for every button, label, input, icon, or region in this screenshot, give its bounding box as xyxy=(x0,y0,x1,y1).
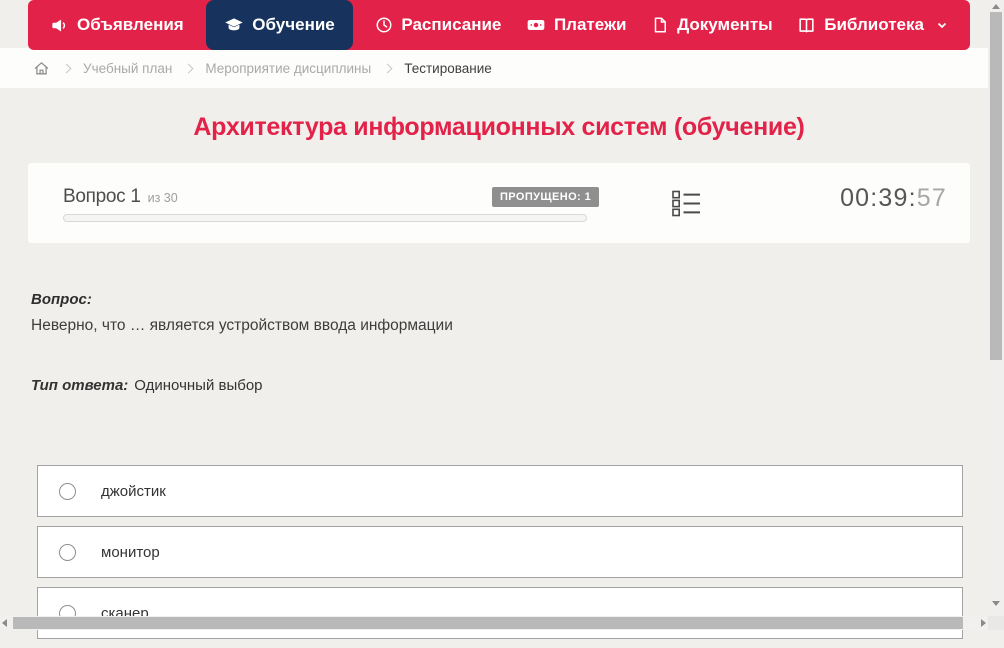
question-header-panel: Вопрос 1 из 30 ПРОПУЩЕНО: 1 00:39:57 xyxy=(28,163,970,243)
page-title: Архитектура информационных систем (обуче… xyxy=(193,113,805,141)
banknote-icon xyxy=(526,15,546,35)
horizontal-scrollbar-thumb[interactable] xyxy=(13,617,963,629)
timer-seconds: 57 xyxy=(916,184,947,212)
nav-item-library[interactable]: Библиотека xyxy=(795,0,950,50)
book-icon xyxy=(797,16,816,35)
countdown-timer: 00:39:57 xyxy=(840,184,947,213)
question-number: Вопрос 1 из 30 xyxy=(63,186,178,207)
vertical-scrollbar[interactable] xyxy=(988,0,1004,630)
answer-type: Тип ответа: Одиночный выбор xyxy=(31,377,263,394)
vertical-scrollbar-thumb[interactable] xyxy=(990,12,1002,360)
answer-type-label: Тип ответа: xyxy=(31,377,129,394)
breadcrumb-item-curriculum[interactable]: Учебный план xyxy=(83,61,172,76)
nav-item-payments[interactable]: Платежи xyxy=(524,0,629,50)
scrollbar-corner xyxy=(988,616,1004,630)
scroll-down-icon[interactable] xyxy=(992,601,1000,606)
nav-label: Библиотека xyxy=(824,15,924,34)
scroll-up-icon[interactable] xyxy=(992,4,1000,9)
nav-item-schedule[interactable]: Расписание xyxy=(373,0,503,50)
nav-item-documents[interactable]: Документы xyxy=(649,0,775,50)
home-icon[interactable] xyxy=(33,60,50,77)
breadcrumb: Учебный план Мероприятие дисциплины Тест… xyxy=(33,48,492,88)
radio-icon[interactable] xyxy=(59,482,76,500)
breadcrumb-item-discipline-event[interactable]: Мероприятие дисциплины xyxy=(205,61,371,76)
radio-icon[interactable] xyxy=(59,543,76,561)
scroll-right-icon[interactable] xyxy=(981,619,986,627)
option-joystick[interactable]: джойстик xyxy=(37,465,963,517)
option-label: монитор xyxy=(101,543,160,561)
breadcrumb-item-testing: Тестирование xyxy=(404,60,492,76)
answer-type-value: Одиночный выбор xyxy=(134,377,263,394)
chevron-down-icon xyxy=(936,19,948,31)
progress-bar xyxy=(63,214,587,222)
nav-item-learning[interactable]: Обучение xyxy=(206,0,353,50)
megaphone-icon xyxy=(50,16,69,35)
graduation-cap-icon xyxy=(224,15,244,35)
option-scanner[interactable]: сканер xyxy=(37,587,963,639)
breadcrumb-separator-icon xyxy=(382,63,393,73)
breadcrumb-separator-icon xyxy=(183,63,194,73)
question-list-icon[interactable] xyxy=(672,190,701,222)
nav-label: Платежи xyxy=(553,15,627,34)
option-monitor[interactable]: монитор xyxy=(37,526,963,578)
nav-label: Документы xyxy=(677,15,773,34)
horizontal-scrollbar[interactable] xyxy=(0,616,988,630)
document-icon xyxy=(651,16,669,34)
option-label: джойстик xyxy=(101,482,166,500)
breadcrumb-separator-icon xyxy=(61,63,72,73)
question-text: Неверно, что … является устройством ввод… xyxy=(31,317,453,334)
nav-label: Расписание xyxy=(401,15,502,34)
nav-item-announcements[interactable]: Объявления xyxy=(48,0,186,50)
clock-icon xyxy=(375,16,393,34)
question-count: из 30 xyxy=(147,191,178,205)
nav-label: Обучение xyxy=(252,15,335,34)
nav-label: Объявления xyxy=(77,15,184,34)
timer-main: 00:39: xyxy=(840,184,917,212)
main-navbar: Объявления Обучение Расписание Платежи Д… xyxy=(28,0,970,50)
question-heading: Вопрос: xyxy=(31,291,92,308)
skipped-badge: ПРОПУЩЕНО: 1 xyxy=(492,187,600,207)
scroll-left-icon[interactable] xyxy=(2,619,7,627)
